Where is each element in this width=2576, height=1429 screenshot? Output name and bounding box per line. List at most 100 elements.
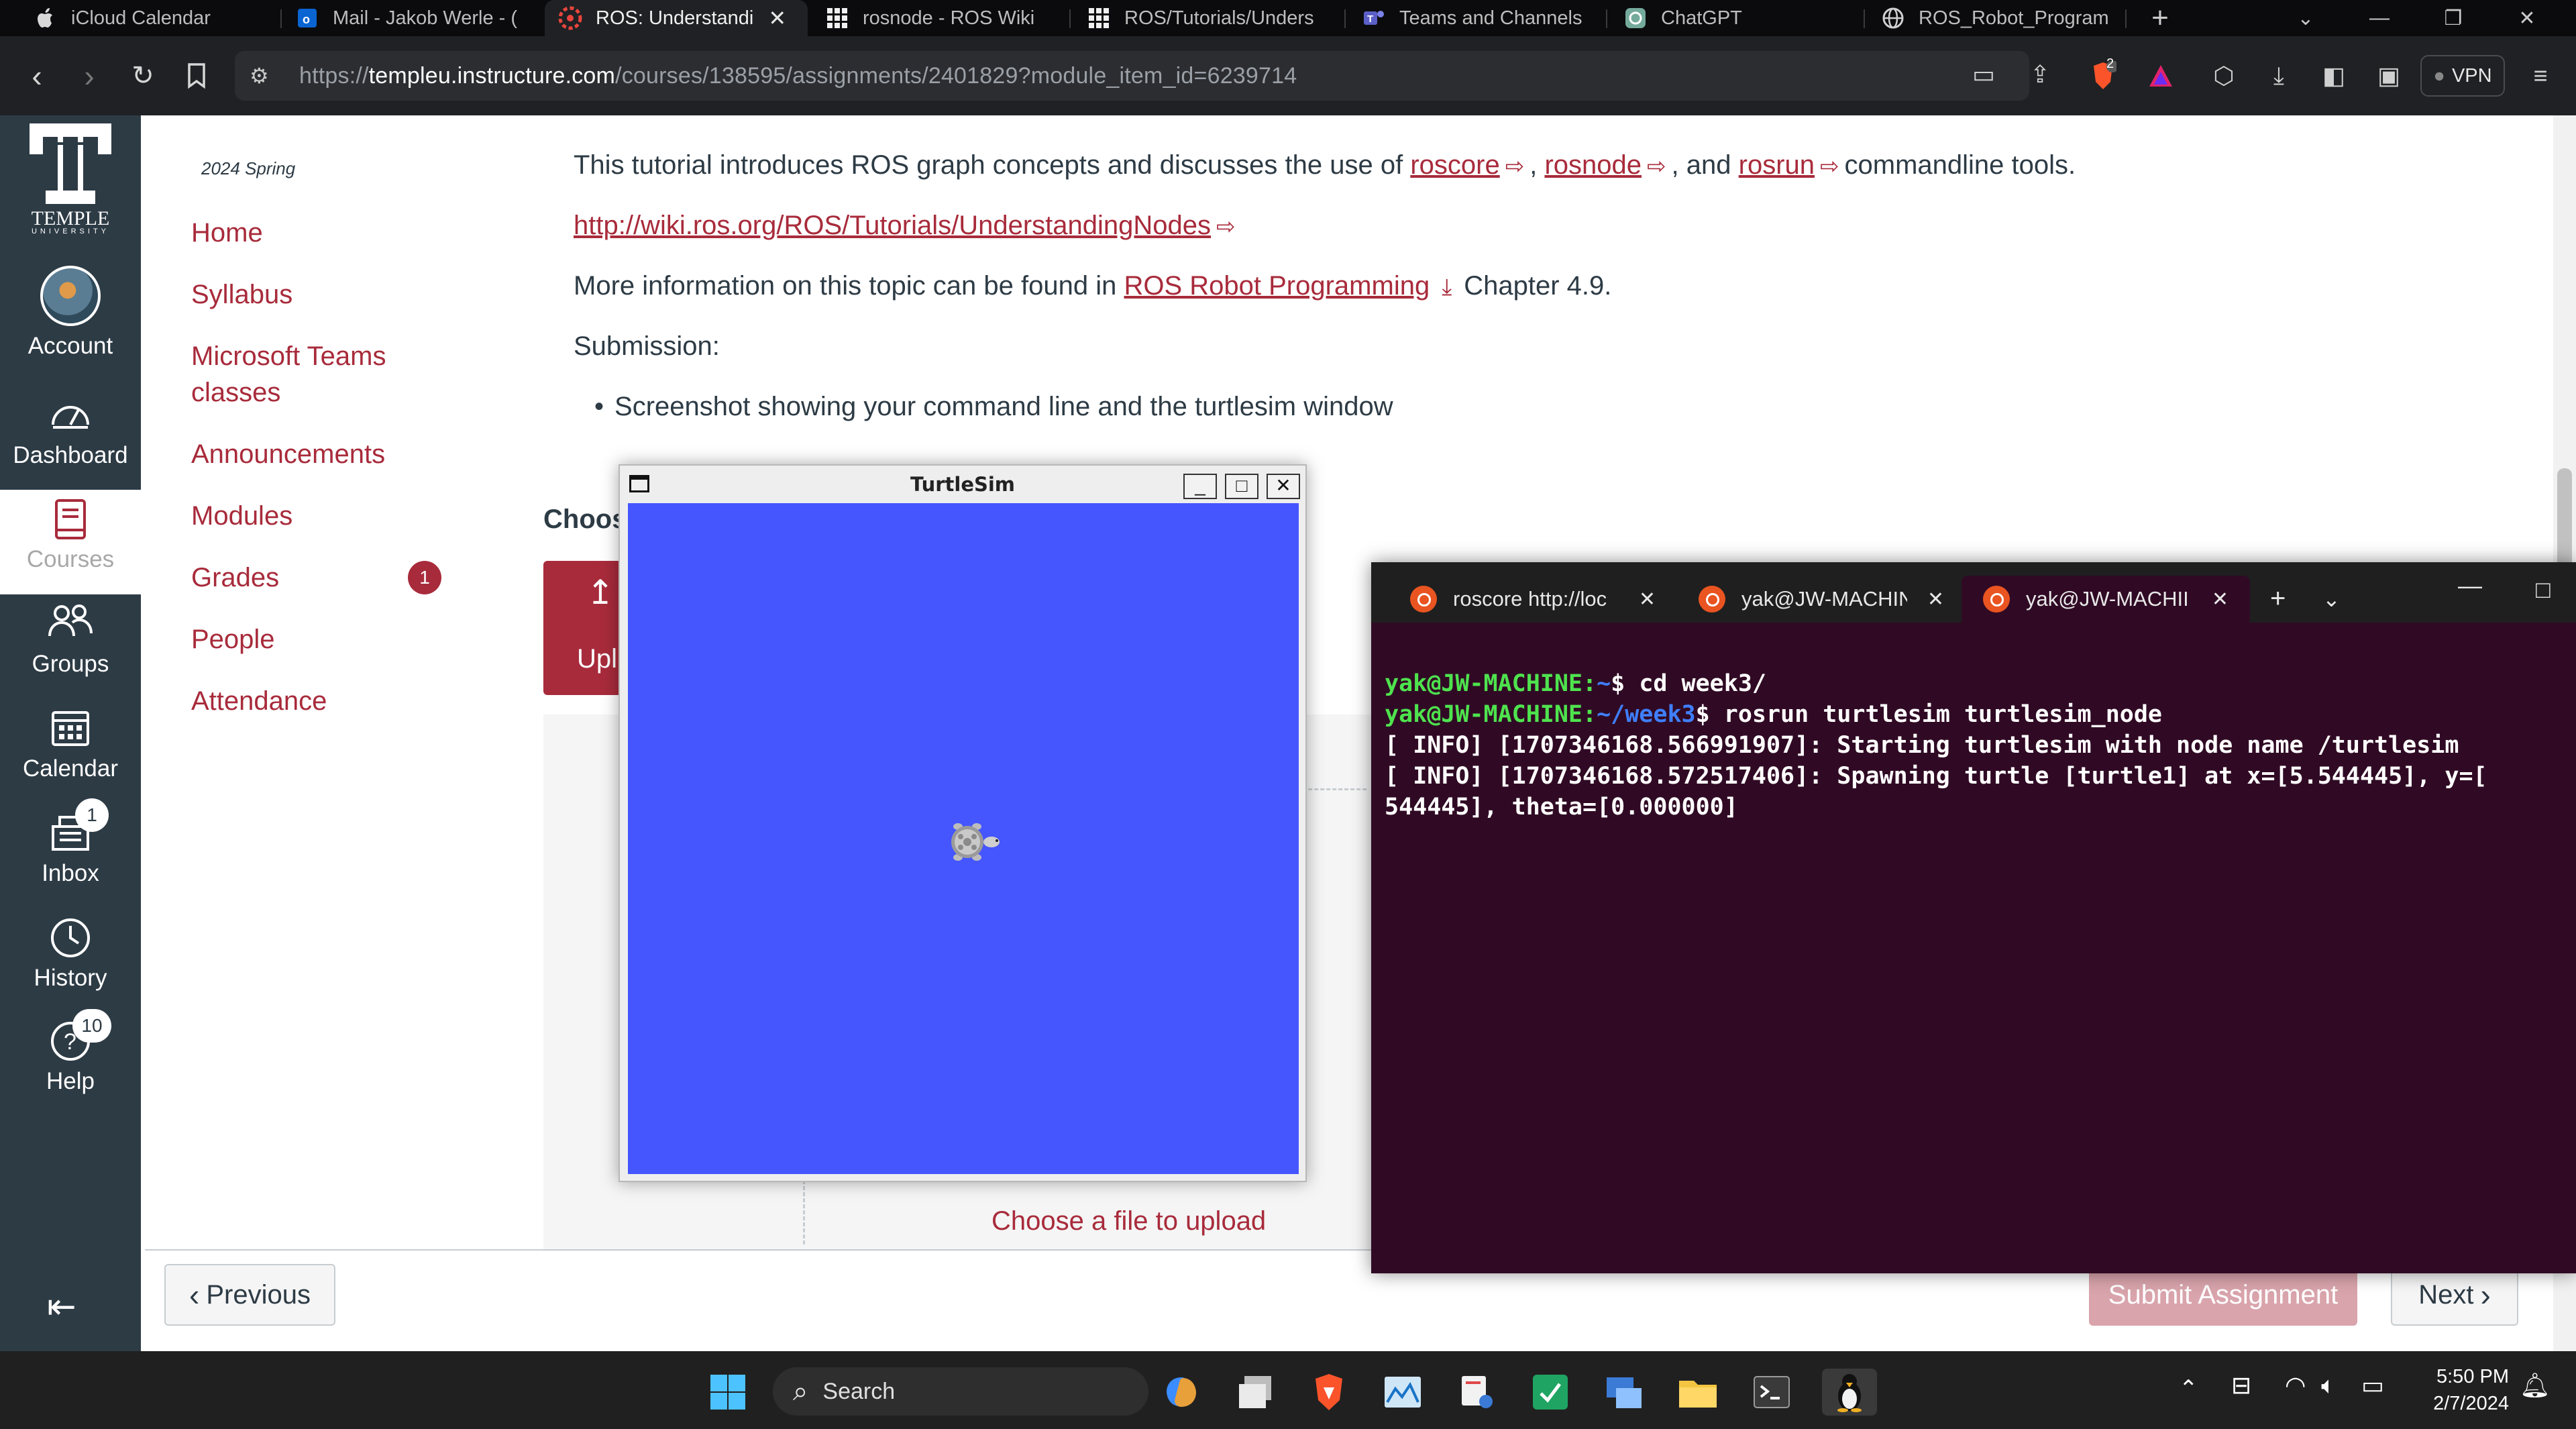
snipping-tool-icon[interactable] bbox=[1453, 1369, 1500, 1416]
linux-penguin-icon[interactable] bbox=[1822, 1369, 1877, 1416]
taskbar-clock[interactable]: 5:50 PM 2/7/2024 bbox=[2402, 1363, 2509, 1417]
share-icon[interactable]: ⇪ bbox=[2030, 60, 2050, 89]
nav-groups[interactable]: Groups bbox=[0, 602, 141, 696]
copilot-icon[interactable] bbox=[1158, 1369, 1205, 1416]
close-button[interactable]: ✕ bbox=[1267, 474, 1300, 499]
extensions-icon[interactable]: ⬡ bbox=[2207, 59, 2241, 93]
prompt-line: yak@JW-MACHINE:~/week3$ rosrun turtlesim… bbox=[1385, 701, 2162, 728]
chevron-up-icon[interactable]: ⌃ bbox=[2179, 1375, 2198, 1402]
restore-button[interactable]: ❐ bbox=[2416, 0, 2490, 36]
close-icon[interactable]: ✕ bbox=[768, 5, 786, 31]
terminal-tab-roscore[interactable]: roscore http://loc ✕ bbox=[1389, 576, 1677, 623]
minimize-button[interactable]: — bbox=[2343, 0, 2416, 36]
course-nav-teams[interactable]: Microsoft Teams classes bbox=[191, 338, 386, 411]
checklist-app-icon[interactable] bbox=[1527, 1369, 1574, 1416]
wallet-icon[interactable]: ▣ bbox=[2372, 59, 2406, 93]
browser-tab-strip: iCloud Calendar o Mail - Jakob Werle - (… bbox=[0, 0, 2576, 36]
brave-browser-icon[interactable] bbox=[1305, 1369, 1352, 1416]
site-settings-icon[interactable]: ⚙ bbox=[250, 63, 269, 89]
output-line: [ INFO] [1707346168.572517406]: Spawning… bbox=[1385, 763, 2487, 790]
nav-account[interactable]: Account bbox=[0, 266, 141, 366]
tab-ros-understanding[interactable]: ROS: Understandi ✕ bbox=[545, 0, 808, 36]
previous-button[interactable]: ‹ Previous bbox=[164, 1264, 335, 1326]
nav-dashboard[interactable]: Dashboard bbox=[0, 394, 141, 488]
menu-icon[interactable]: ≡ bbox=[2524, 59, 2557, 93]
maximize-button[interactable]: □ bbox=[1225, 474, 1258, 499]
back-button[interactable]: ‹ bbox=[15, 54, 59, 98]
network-device-icon[interactable]: ⊟ bbox=[2231, 1371, 2251, 1399]
close-window-button[interactable]: ✕ bbox=[2490, 0, 2564, 36]
address-bar[interactable]: ⚙ https://templeu.instructure.com/course… bbox=[235, 51, 2050, 101]
bookmark-icon[interactable] bbox=[174, 54, 219, 98]
terminal-minimize-button[interactable]: — bbox=[2458, 572, 2482, 600]
submission-bullet: • Screenshot showing your command line an… bbox=[594, 392, 1393, 421]
collapse-nav-icon[interactable]: ⇤ bbox=[47, 1287, 76, 1327]
tab-mail[interactable]: o Mail - Jakob Werle - ( bbox=[282, 0, 537, 36]
rosrun-link[interactable]: rosrun bbox=[1739, 150, 1815, 180]
output-line: [ INFO] [1707346168.566991907]: Starting… bbox=[1385, 732, 2459, 759]
cast-icon[interactable]: ▭ bbox=[1972, 60, 1995, 89]
nav-calendar[interactable]: Calendar bbox=[0, 707, 141, 801]
temple-logo[interactable]: TEMPLE UNIVERSITY bbox=[25, 121, 115, 235]
help-badge: 10 bbox=[72, 1009, 111, 1043]
brave-shields-icon[interactable]: 2 bbox=[2086, 56, 2120, 93]
new-tab-button[interactable]: + bbox=[2127, 0, 2194, 36]
course-nav-attendance[interactable]: Attendance bbox=[191, 683, 327, 719]
course-nav-home[interactable]: Home bbox=[191, 215, 263, 251]
tab-ros-robot-programming[interactable]: ROS_Robot_Programm bbox=[1868, 0, 2123, 36]
tab-teams[interactable]: T Teams and Channels bbox=[1348, 0, 1617, 36]
terminal-app-icon[interactable] bbox=[1748, 1369, 1795, 1416]
tab-rosnode-wiki[interactable]: rosnode - ROS Wiki bbox=[812, 0, 1067, 36]
roscore-link[interactable]: roscore bbox=[1410, 150, 1499, 180]
terminal-output[interactable]: yak@JW-MACHINE:~$ cd week3/yak@JW-MACHIN… bbox=[1385, 637, 2487, 884]
nav-help[interactable]: ? Help 10 bbox=[0, 1009, 141, 1114]
remote-desktop-icon[interactable] bbox=[1601, 1369, 1648, 1416]
new-terminal-tab-button[interactable]: + bbox=[2270, 584, 2286, 614]
turtlesim-window[interactable]: TurtleSim _ □ ✕ bbox=[619, 464, 1307, 1182]
course-nav-announcements[interactable]: Announcements bbox=[191, 436, 385, 472]
notification-bell-icon[interactable]: 🔔︎ bbox=[2520, 1371, 2551, 1399]
battery-icon[interactable]: ▭ bbox=[2361, 1371, 2384, 1399]
tab-search-chevron-icon[interactable]: ⌄ bbox=[2269, 0, 2343, 36]
choose-file-link[interactable]: Choose a file to upload bbox=[991, 1206, 1266, 1236]
nav-inbox[interactable]: Inbox 1 bbox=[0, 798, 141, 906]
terminal-window[interactable]: roscore http://loc ✕ yak@JW-MACHIN ✕ yak… bbox=[1371, 562, 2576, 1273]
photos-icon[interactable] bbox=[1379, 1369, 1426, 1416]
close-icon[interactable]: ✕ bbox=[1639, 588, 1656, 611]
start-icon[interactable] bbox=[704, 1369, 751, 1416]
book-link[interactable]: ROS Robot Programming bbox=[1124, 271, 1430, 301]
taskbar-search[interactable]: ⌕ Search bbox=[773, 1367, 1148, 1416]
tab-icloud-calendar[interactable]: iCloud Calendar bbox=[20, 0, 275, 36]
volume-icon[interactable]: 🔈︎ bbox=[2321, 1371, 2336, 1400]
course-nav-grades[interactable]: Grades bbox=[191, 560, 279, 596]
tab-label: rosnode - ROS Wiki bbox=[863, 7, 1035, 29]
file-explorer-icon[interactable] bbox=[1674, 1369, 1721, 1416]
minimize-button[interactable]: _ bbox=[1183, 474, 1217, 499]
forward-button[interactable]: › bbox=[67, 54, 111, 98]
rosnode-link[interactable]: rosnode bbox=[1544, 150, 1642, 180]
nav-courses[interactable]: Courses bbox=[0, 490, 141, 594]
terminal-tab-yak-2[interactable]: yak@JW-MACHII ✕ bbox=[1962, 576, 2250, 623]
ros-wiki-icon bbox=[825, 6, 849, 30]
wiki-link[interactable]: http://wiki.ros.org/ROS/Tutorials/Unders… bbox=[574, 211, 1211, 240]
reload-button[interactable]: ↻ bbox=[121, 54, 165, 98]
course-nav-syllabus[interactable]: Syllabus bbox=[191, 276, 292, 313]
terminal-maximize-button[interactable]: □ bbox=[2536, 576, 2551, 604]
task-view-icon[interactable] bbox=[1232, 1369, 1279, 1416]
sidebar-icon[interactable]: ◧ bbox=[2317, 59, 2351, 93]
tab-ros-tutorials[interactable]: ROS/Tutorials/Unders bbox=[1073, 0, 1342, 36]
close-icon[interactable]: ✕ bbox=[2212, 588, 2229, 611]
terminal-dropdown-icon[interactable]: ⌄ bbox=[2322, 586, 2341, 612]
course-nav-people[interactable]: People bbox=[191, 621, 275, 657]
downloads-icon[interactable]: ⤓ bbox=[2262, 59, 2296, 93]
vpn-button[interactable]: ● VPN bbox=[2420, 55, 2505, 97]
wifi-icon[interactable]: ◠ bbox=[2285, 1371, 2306, 1399]
terminal-tab-yak-1[interactable]: yak@JW-MACHIN ✕ bbox=[1677, 576, 1966, 623]
course-nav-modules[interactable]: Modules bbox=[191, 498, 292, 534]
tab-chatgpt[interactable]: ChatGPT bbox=[1610, 0, 1865, 36]
brave-rewards-icon[interactable] bbox=[2144, 59, 2178, 93]
close-icon[interactable]: ✕ bbox=[1927, 588, 1944, 611]
search-icon: ⌕ bbox=[793, 1376, 808, 1406]
nav-history[interactable]: History bbox=[0, 916, 141, 1010]
upload-tab[interactable]: Upl ↥ bbox=[543, 561, 624, 695]
